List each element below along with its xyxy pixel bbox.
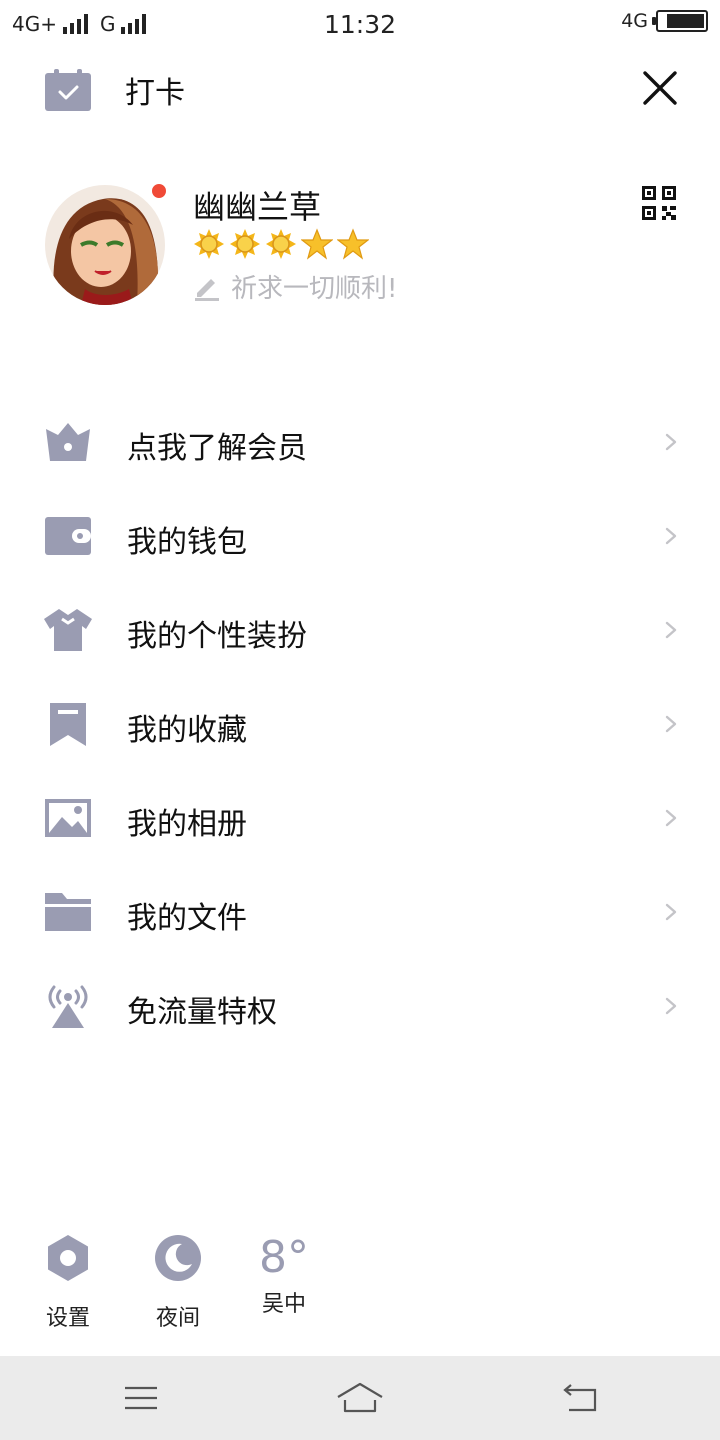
tshirt-icon: [44, 609, 92, 651]
system-nav-bar: [0, 1356, 720, 1440]
menu-item-label: 免流量特权: [127, 995, 277, 1030]
menu-item-vip[interactable]: 点我了解会员: [0, 395, 720, 489]
menu-icon[interactable]: [116, 1380, 166, 1416]
nickname: 幽幽兰草: [193, 188, 322, 226]
photo-icon: [45, 799, 91, 837]
avatar-image: [45, 185, 165, 305]
status-bar-time: 11:32: [323, 10, 397, 39]
notification-dot: [150, 182, 168, 200]
settings-button[interactable]: 设置: [28, 1230, 108, 1332]
bottom-tools: 设置 夜间 8° 吴中: [0, 1230, 720, 1332]
signature-text: 祈求一切顺利!: [231, 274, 398, 304]
gear-icon: [48, 1235, 88, 1281]
menu-item-files[interactable]: 我的文件: [0, 865, 720, 959]
weather-button[interactable]: 8° 吴中: [244, 1230, 324, 1318]
status-bar-right: 4G: [621, 10, 708, 32]
menu-item-theme[interactable]: 我的个性装扮: [0, 583, 720, 677]
menu-item-favorites[interactable]: 我的收藏: [0, 677, 720, 771]
weather-city: 吴中: [261, 1292, 306, 1317]
menu-item-label: 点我了解会员: [127, 431, 307, 466]
level-badges[interactable]: [193, 228, 369, 260]
vip-basket-icon: [46, 423, 90, 461]
menu-item-label: 我的钱包: [127, 525, 247, 560]
chevron-right-icon: [665, 809, 677, 827]
wallet-icon: [45, 517, 91, 555]
pencil-icon: [195, 278, 219, 301]
network-type-label-right: 4G: [621, 10, 648, 32]
status-bar: 4G+ G 11:32 4G: [0, 0, 720, 50]
menu-item-free-data[interactable]: 免流量特权: [0, 959, 720, 1053]
folder-icon: [45, 893, 91, 931]
star-level-icon: [301, 228, 333, 260]
signature-edit[interactable]: 祈求一切顺利!: [193, 268, 397, 305]
chevron-right-icon: [665, 715, 677, 733]
menu-item-label: 我的相册: [127, 807, 247, 842]
checkin-label: 打卡: [125, 76, 185, 111]
chevron-right-icon: [665, 997, 677, 1015]
signal-tower-icon: [48, 985, 88, 1028]
checkin-button[interactable]: 打卡: [45, 68, 185, 112]
bookmark-icon: [50, 703, 86, 746]
chevron-right-icon: [665, 621, 677, 639]
menu-item-label: 我的收藏: [127, 713, 247, 748]
chevron-right-icon: [665, 527, 677, 545]
qr-code-icon[interactable]: [642, 186, 676, 220]
avatar[interactable]: [45, 185, 165, 305]
battery-icon: [652, 10, 708, 32]
weather-temperature: 8°: [259, 1232, 309, 1283]
sun-level-icon: [230, 229, 260, 259]
menu-item-label: 我的个性装扮: [127, 619, 307, 654]
close-icon[interactable]: [638, 66, 682, 110]
menu-item-album[interactable]: 我的相册: [0, 771, 720, 865]
menu-list: 点我了解会员 我的钱包 我的个性装扮 我的收藏 我的相册 我的文件 免流量特权: [0, 395, 720, 1053]
night-label: 夜间: [155, 1306, 200, 1331]
chevron-right-icon: [665, 433, 677, 451]
chevron-right-icon: [665, 903, 677, 921]
settings-label: 设置: [45, 1306, 90, 1331]
menu-item-wallet[interactable]: 我的钱包: [0, 489, 720, 583]
menu-item-label: 我的文件: [127, 901, 247, 936]
back-icon[interactable]: [555, 1380, 605, 1416]
night-mode-button[interactable]: 夜间: [138, 1230, 218, 1332]
moon-icon: [155, 1235, 201, 1281]
sun-level-icon: [266, 229, 296, 259]
sun-level-icon: [194, 229, 224, 259]
calendar-check-icon: [45, 69, 91, 111]
home-icon[interactable]: [335, 1380, 385, 1416]
star-level-icon: [337, 228, 369, 260]
